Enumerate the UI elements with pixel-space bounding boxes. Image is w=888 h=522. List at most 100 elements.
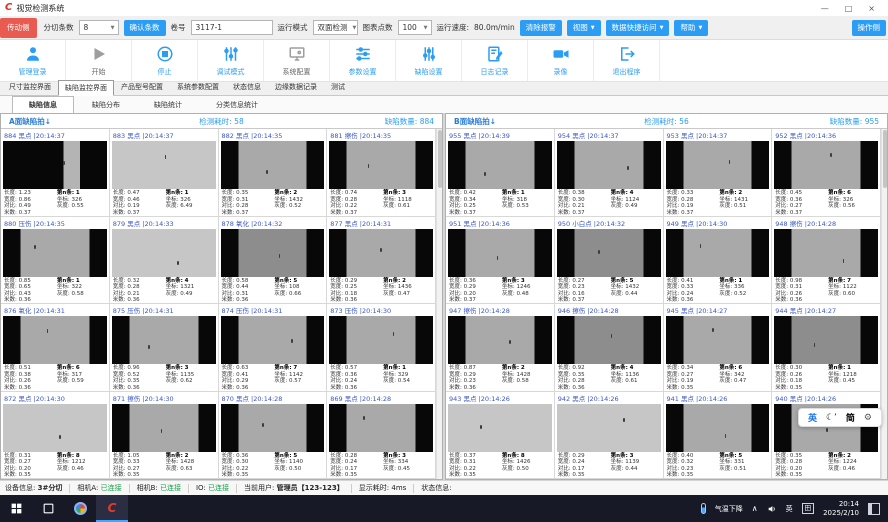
operate-side-button[interactable]: 操作侧 (852, 20, 887, 36)
notification-center-icon[interactable] (868, 503, 880, 515)
toolbar-button-play[interactable]: 开始 (66, 40, 132, 81)
defect-card[interactable]: 955 黑点 |20:14:39长度: 0.42宽度: 0.34对比: 0.25… (446, 129, 555, 217)
lang-simplified-button[interactable]: 简 (846, 411, 855, 424)
defect-card[interactable]: 874 压伤 |20:14:31长度: 0.63宽度: 0.41对比: 0.29… (219, 304, 328, 392)
tab-3[interactable]: 产品型号配置 (114, 79, 170, 95)
toolbar-button-monitor[interactable]: 系统配置 (264, 40, 330, 81)
subtab-3[interactable]: 缺陷统计 (138, 97, 198, 113)
defect-mark (843, 259, 845, 263)
subtab-2[interactable]: 缺陷分布 (76, 97, 136, 113)
defect-card[interactable]: 945 黑点 |20:14:27长度: 0.34宽度: 0.27对比: 0.19… (664, 304, 773, 392)
defect-card[interactable]: 948 擦伤 |20:14:28长度: 0.98宽度: 0.31对比: 0.26… (772, 217, 881, 305)
toolbar-button-sliders-h[interactable]: 参数设置 (330, 40, 396, 81)
maximize-button[interactable]: □ (845, 4, 853, 13)
data-quick-access-menu-button[interactable]: 数据快捷访问 ▼ (606, 20, 670, 36)
weather-text[interactable]: 气温下降 (715, 504, 743, 514)
tab-4[interactable]: 系统参数配置 (170, 79, 226, 95)
defect-card[interactable]: 872 黑点 |20:14:30长度: 0.31宽度: 0.27对比: 0.20… (1, 392, 110, 480)
defect-strip-index: 第n条: 6 (719, 365, 768, 372)
lang-english-button[interactable]: 英 (808, 411, 817, 424)
defect-grid: 884 黑点 |20:14:37长度: 1.23宽度: 0.86对比: 0.49… (1, 129, 436, 479)
defect-card[interactable]: 871 擦伤 |20:14:30长度: 1.05宽度: 0.33对比: 0.27… (110, 392, 219, 480)
defect-card[interactable]: 870 黑点 |20:14:28长度: 0.36宽度: 0.30对比: 0.22… (219, 392, 328, 480)
chart-points-select[interactable]: 100 ▼ (398, 20, 432, 35)
defect-strip-index: 第n条: 3 (166, 365, 215, 372)
help-menu-button[interactable]: 帮助 ▼ (674, 20, 708, 36)
clear-alarm-button[interactable]: 清除报警 (520, 20, 562, 36)
close-button[interactable]: × (868, 4, 875, 13)
defect-contrast: 对比: 0.24 (330, 378, 383, 385)
slit-count-select[interactable]: 8 ▼ (79, 20, 119, 35)
defect-card[interactable]: 947 擦伤 |20:14:28长度: 0.87宽度: 0.29对比: 0.23… (446, 304, 555, 392)
defect-card[interactable]: 944 黑点 |20:14:27长度: 0.30宽度: 0.26对比: 0.18… (772, 304, 881, 392)
ime-icon[interactable]: 田 (802, 503, 815, 514)
statusbar-divider (413, 484, 414, 493)
panel-scrollbar[interactable] (881, 129, 887, 479)
clock[interactable]: 20:14 2025/2/10 (823, 500, 859, 517)
defect-card[interactable]: 943 黑点 |20:14:26长度: 0.37宽度: 0.31对比: 0.22… (446, 392, 555, 480)
subtab-1[interactable]: 缺陷信息 (12, 96, 74, 114)
defect-card[interactable]: 884 黑点 |20:14:37长度: 1.23宽度: 0.86对比: 0.49… (1, 129, 110, 217)
defect-info-right: 第n条: 1坐标: 326灰度: 6.49 (166, 190, 215, 215)
toolbar-button-stop[interactable]: 停止 (132, 40, 198, 81)
toolbar-button-user[interactable]: 管理登录 (0, 40, 66, 81)
subtab-4[interactable]: 分类信息统计 (200, 97, 274, 113)
view-menu-button[interactable]: 视图 ▼ (567, 20, 601, 36)
detection-app-taskbar-icon[interactable]: C (96, 495, 128, 522)
defect-card[interactable]: 952 黑点 |20:14:36长度: 0.45宽度: 0.36对比: 0.27… (772, 129, 881, 217)
defect-card[interactable]: 873 压伤 |20:14:30长度: 0.57宽度: 0.36对比: 0.24… (327, 304, 436, 392)
defect-length: 长度: 0.45 (775, 190, 828, 197)
browser-icon[interactable] (64, 495, 96, 522)
defect-card[interactable]: 876 氧化 |20:14:31长度: 0.51宽度: 0.38对比: 0.26… (1, 304, 110, 392)
defect-card[interactable]: 941 黑点 |20:14:26长度: 0.40宽度: 0.32对比: 0.23… (664, 392, 773, 480)
start-button[interactable] (0, 495, 32, 522)
defect-card[interactable]: 949 黑点 |20:14:30长度: 0.41宽度: 0.33对比: 0.24… (664, 217, 773, 305)
defect-image (448, 316, 552, 364)
panel-scrollbar[interactable] (436, 129, 442, 479)
toolbar-button-sliders-v2[interactable]: 缺陷设置 (396, 40, 462, 81)
minimize-button[interactable]: — (821, 4, 829, 13)
defect-gray-level: 灰度: 0.44 (611, 466, 660, 473)
defect-card[interactable]: 953 黑点 |20:14:37长度: 0.33宽度: 0.28对比: 0.19… (664, 129, 773, 217)
toolbar-button-exit[interactable]: 退出程序 (594, 40, 660, 81)
defect-card[interactable]: 946 擦伤 |20:14:28长度: 0.92宽度: 0.35对比: 0.28… (555, 304, 664, 392)
tab-7[interactable]: 测试 (324, 79, 352, 95)
tab-5[interactable]: 状态信息 (226, 79, 268, 95)
drive-side-button[interactable]: 传动侧 (0, 18, 37, 38)
tab-1[interactable]: 尺寸监控界面 (2, 79, 58, 95)
defect-card[interactable]: 877 黑点 |20:14:31长度: 0.29宽度: 0.25对比: 0.18… (327, 217, 436, 305)
defect-card[interactable]: 869 黑点 |20:14:28长度: 0.28宽度: 0.24对比: 0.17… (327, 392, 436, 480)
defect-card[interactable]: 951 黑点 |20:14:36长度: 0.36宽度: 0.29对比: 0.20… (446, 217, 555, 305)
toolbar-button-log[interactable]: 日志记录 (462, 40, 528, 81)
defect-card[interactable]: 950 小白点 |20:14:32长度: 0.27宽度: 0.23对比: 0.1… (555, 217, 664, 305)
tab-2[interactable]: 缺陷监控界面 (58, 80, 114, 96)
scrollbar-thumb[interactable] (883, 130, 887, 188)
defect-card[interactable]: 882 黑点 |20:14:35长度: 0.35宽度: 0.31对比: 0.28… (219, 129, 328, 217)
defect-mark (161, 429, 163, 433)
defect-width: 宽度: 0.28 (775, 459, 828, 466)
defect-card[interactable]: 940 黑点 |20:14:26长度: 0.35宽度: 0.28对比: 0.20… (772, 392, 881, 480)
confirm-count-button[interactable]: 确认条数 (124, 20, 166, 36)
defect-card[interactable]: 875 压伤 |20:14:31长度: 0.96宽度: 0.52对比: 0.35… (110, 304, 219, 392)
scrollbar-thumb[interactable] (438, 130, 442, 188)
defect-card[interactable]: 881 擦伤 |20:14:35长度: 0.74宽度: 0.28对比: 0.22… (327, 129, 436, 217)
moon-icon[interactable]: ☾’ (826, 413, 837, 423)
toolbar-button-sliders-v[interactable]: 调试模式 (198, 40, 264, 81)
defect-card[interactable]: 954 黑点 |20:14:37长度: 0.38宽度: 0.30对比: 0.21… (555, 129, 664, 217)
defect-card[interactable]: 942 黑点 |20:14:26长度: 0.29宽度: 0.24对比: 0.17… (555, 392, 664, 480)
roll-number-input[interactable]: 3117-1 (191, 20, 273, 35)
run-mode-select[interactable]: 双面检测 ▼ (313, 20, 358, 35)
defect-card[interactable]: 883 黑点 |20:14:37长度: 0.47宽度: 0.46对比: 0.19… (110, 129, 219, 217)
toolbar-button-camera[interactable]: 录像 (528, 40, 594, 81)
defect-card[interactable]: 878 氧化 |20:14:32长度: 0.58宽度: 0.44对比: 0.31… (219, 217, 328, 305)
defect-info-right: 第n条: 3坐标: 334灰度: 0.45 (383, 453, 432, 478)
defect-card[interactable]: 880 压伤 |20:14:35长度: 0.85宽度: 0.65对比: 0.43… (1, 217, 110, 305)
task-view-button[interactable] (32, 495, 64, 522)
language-indicator[interactable]: 英 (786, 504, 793, 514)
defect-coordinate: 坐标: 1224 (828, 459, 877, 466)
speaker-icon[interactable] (767, 504, 777, 514)
tray-expand-icon[interactable]: ∧ (752, 504, 758, 513)
tab-6[interactable]: 边缘数据记录 (268, 79, 324, 95)
defect-card[interactable]: 879 黑点 |20:14:33长度: 0.32宽度: 0.28对比: 0.21… (110, 217, 219, 305)
settings-gear-icon[interactable]: ⚙ (864, 413, 872, 423)
